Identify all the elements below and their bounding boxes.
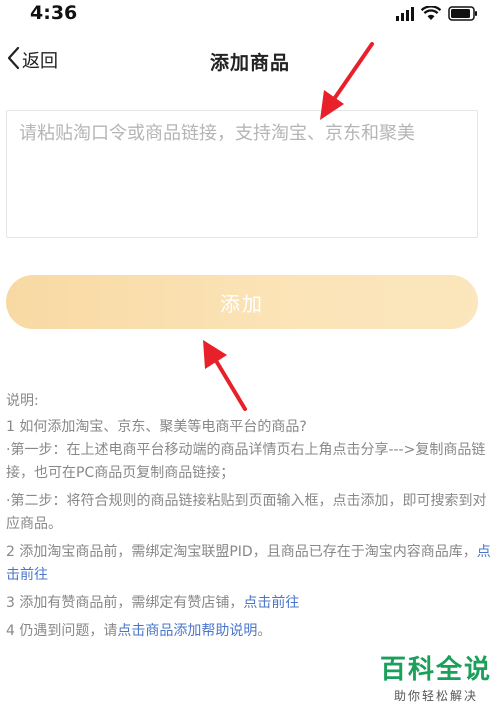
watermark-subtitle: 助你轻松解决 (393, 689, 478, 703)
help-link[interactable]: 点击商品添加帮助说明 (117, 623, 257, 639)
instruction-line-4-text: 4 仍遇到问题，请 (6, 623, 118, 639)
instruction-step-2: ·第二步：将符合规则的商品链接粘贴到页面输入框，点击添加，即可搜索到对应商品。 (6, 493, 487, 532)
link-input[interactable] (19, 121, 465, 227)
status-time: 4:36 (30, 2, 78, 24)
signal-icon (396, 6, 414, 21)
link-input-box[interactable] (6, 110, 478, 238)
instructions-heading: 说明: (6, 393, 39, 409)
nav-bar: 返回 添加商品 (0, 38, 500, 84)
instruction-line-2-text: 2 添加淘宝商品前，需绑定淘宝联盟PID，且商品已存在于淘宝内容商品库， (6, 544, 477, 560)
status-icons (396, 6, 478, 21)
instruction-step-1: ·第一步：在上述电商平台移动端的商品详情页右上角点击分享--->复制商品链接，也… (6, 442, 486, 481)
instruction-line-3: 3 添加有赞商品前，需绑定有赞店铺，点击前往 (6, 592, 494, 615)
youzan-go-link[interactable]: 点击前往 (243, 595, 299, 611)
instruction-line-2: 2 添加淘宝商品前，需绑定淘宝联盟PID，且商品已存在于淘宝内容商品库，点击前往 (6, 541, 494, 587)
instruction-line-1: 1 如何添加淘宝、京东、聚美等电商平台的商品? (6, 419, 307, 435)
watermark-logo: 百科全说 助你轻松解决 (380, 655, 492, 704)
status-bar: 4:36 (0, 0, 500, 28)
battery-icon (448, 6, 478, 21)
instruction-line-4: 4 仍遇到问题，请点击商品添加帮助说明。 (6, 620, 494, 643)
instructions: 说明: 1 如何添加淘宝、京东、聚美等电商平台的商品? ·第一步：在上述电商平台… (6, 390, 494, 643)
wifi-icon (421, 6, 441, 21)
page-title: 添加商品 (209, 52, 290, 74)
add-button[interactable]: 添加 (6, 275, 478, 329)
instruction-line-4-end: 。 (257, 623, 272, 639)
watermark-title: 百科全说 (379, 655, 492, 685)
instruction-line-3-text: 3 添加有赞商品前，需绑定有赞店铺， (6, 595, 244, 611)
